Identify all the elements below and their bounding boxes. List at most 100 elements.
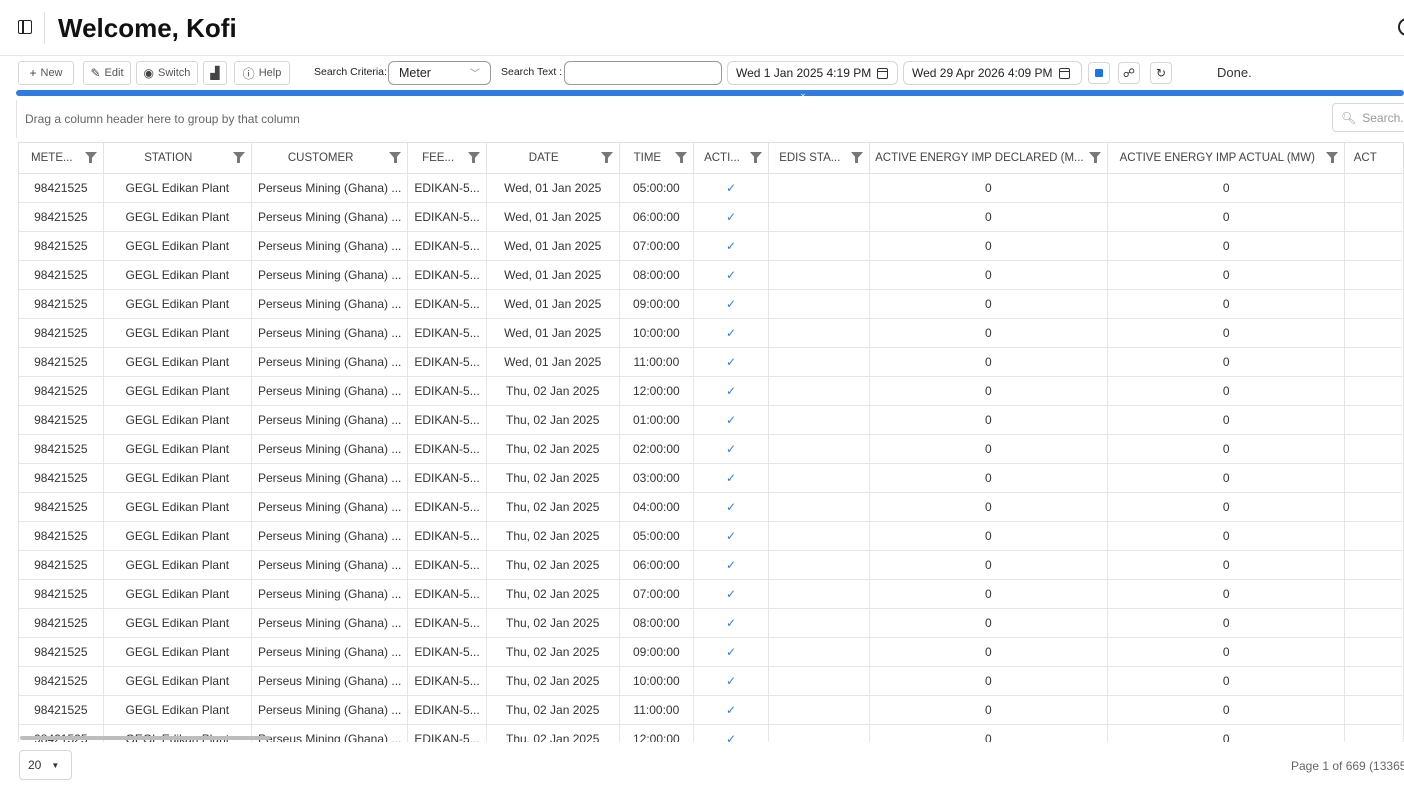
cell-feeder: EDIKAN-5...: [407, 260, 487, 290]
cell-overflow: [1344, 579, 1404, 609]
table-row[interactable]: 98421525GEGL Edikan PlantPerseus Mining …: [19, 492, 1404, 522]
table-row[interactable]: 98421525GEGL Edikan PlantPerseus Mining …: [19, 637, 1404, 667]
table-row[interactable]: 98421525GEGL Edikan PlantPerseus Mining …: [19, 405, 1404, 435]
sidebar-toggle-icon[interactable]: [18, 20, 32, 34]
cell-feeder: EDIKAN-5...: [407, 173, 487, 203]
date-to-picker[interactable]: Wed 29 Apr 2026 4:09 PM: [903, 61, 1082, 85]
filter-icon[interactable]: [749, 152, 762, 163]
column-header[interactable]: STATION: [103, 143, 252, 174]
table-row[interactable]: 98421525GEGL Edikan PlantPerseus Mining …: [19, 463, 1404, 493]
cell-feeder: EDIKAN-5...: [407, 405, 487, 435]
refresh-button[interactable]: ↻: [1150, 62, 1172, 84]
column-header[interactable]: CUSTOMER: [251, 143, 409, 174]
column-header[interactable]: DATE: [486, 143, 620, 174]
filter-icon[interactable]: [467, 152, 480, 163]
column-header-label: METE...: [31, 151, 73, 164]
cell-actual: 0: [1107, 173, 1346, 203]
filter-icon[interactable]: [389, 152, 402, 163]
cell-station: GEGL Edikan Plant: [103, 492, 252, 522]
filter-icon[interactable]: [232, 152, 245, 163]
cell-meter: 98421525: [19, 637, 104, 667]
table-row[interactable]: 98421525GEGL Edikan PlantPerseus Mining …: [19, 579, 1404, 609]
cell-edis: [768, 579, 870, 609]
search-text-input[interactable]: [564, 61, 722, 85]
table-row[interactable]: 98421525GEGL Edikan PlantPerseus Mining …: [19, 318, 1404, 348]
column-header[interactable]: EDIS STA...: [768, 143, 870, 174]
column-header[interactable]: ACTIVE ENERGY IMP ACTUAL (MW): [1107, 143, 1346, 174]
search-binoculars-button[interactable]: ☍: [1118, 62, 1140, 84]
table-row[interactable]: 98421525GEGL Edikan PlantPerseus Mining …: [19, 173, 1404, 203]
grid-search-box[interactable]: 🔍︎ Search...: [1332, 103, 1404, 132]
cell-time: 07:00:00: [619, 231, 695, 261]
cell-station: GEGL Edikan Plant: [103, 260, 252, 290]
cell-station: GEGL Edikan Plant: [103, 521, 252, 551]
column-header[interactable]: ACTIVE ENERGY IMP DECLARED (M...: [869, 143, 1109, 174]
filter-icon[interactable]: [600, 152, 613, 163]
filter-icon[interactable]: [1326, 152, 1339, 163]
stop-button[interactable]: [1088, 62, 1110, 84]
check-icon: ✓: [725, 383, 736, 398]
cell-declared: 0: [869, 434, 1109, 464]
table-row[interactable]: 98421525GEGL Edikan PlantPerseus Mining …: [19, 550, 1404, 580]
horizontal-scrollbar[interactable]: [20, 736, 270, 740]
collapse-chevron-icon[interactable]: ⌄: [797, 88, 809, 98]
switch-button[interactable]: ◉ Switch: [136, 61, 198, 85]
table-row[interactable]: 98421525GEGL Edikan PlantPerseus Mining …: [19, 695, 1404, 725]
column-header[interactable]: ACTI...: [693, 143, 769, 174]
page-size-select[interactable]: 20 ▼: [19, 750, 72, 780]
search-criteria-select[interactable]: Meter ﹀: [388, 61, 491, 85]
cell-customer: Perseus Mining (Ghana) ...: [251, 608, 409, 638]
page-info: Page 1 of 669 (13365: [1291, 759, 1404, 773]
cell-declared: 0: [869, 318, 1109, 348]
user-menu-icon[interactable]: [1398, 18, 1404, 36]
column-header[interactable]: TIME: [619, 143, 695, 174]
cell-station: GEGL Edikan Plant: [103, 434, 252, 464]
chart-button[interactable]: ▟: [203, 61, 227, 85]
header-divider: [44, 12, 45, 44]
filter-icon[interactable]: [675, 152, 688, 163]
filter-icon[interactable]: [84, 152, 97, 163]
column-header[interactable]: ACT: [1344, 143, 1404, 174]
table-row[interactable]: 98421525GEGL Edikan PlantPerseus Mining …: [19, 289, 1404, 319]
group-by-panel[interactable]: Drag a column header here to group by th…: [16, 100, 1404, 138]
cell-customer: Perseus Mining (Ghana) ...: [251, 405, 409, 435]
new-button[interactable]: + New: [18, 61, 74, 85]
cell-meter: 98421525: [19, 579, 104, 609]
table-row[interactable]: 98421525GEGL Edikan PlantPerseus Mining …: [19, 434, 1404, 464]
table-row[interactable]: 98421525GEGL Edikan PlantPerseus Mining …: [19, 521, 1404, 551]
cell-station: GEGL Edikan Plant: [103, 405, 252, 435]
edit-button[interactable]: ✎ Edit: [83, 61, 131, 85]
date-from-picker[interactable]: Wed 1 Jan 2025 4:19 PM: [727, 61, 898, 85]
filter-icon[interactable]: [850, 152, 863, 163]
table-row[interactable]: 98421525GEGL Edikan PlantPerseus Mining …: [19, 202, 1404, 232]
table-body: 98421525 GEGL Edikan Plant Perseus Mining …: [19, 173, 1404, 742]
help-button[interactable]: ⓘ Help: [234, 61, 290, 85]
cell-time: 10:00:00: [619, 318, 695, 348]
cell-time: 07:00:00: [619, 579, 695, 609]
cell-date: Wed, 01 Jan 2025: [486, 173, 620, 203]
cell-declared: 0: [869, 405, 1109, 435]
column-header[interactable]: FEE...: [407, 143, 487, 174]
data-table: METE... STATION CUSTOMER FEE... DATE TIME ACTI…: [19, 143, 1404, 742]
column-header[interactable]: METE...: [19, 143, 104, 174]
cell-declared: 0: [869, 608, 1109, 638]
cell-edis: [768, 202, 870, 232]
cell-station: GEGL Edikan Plant: [103, 231, 252, 261]
filter-icon[interactable]: [1089, 152, 1102, 163]
cell-declared: 0: [869, 289, 1109, 319]
refresh-icon: ↻: [1155, 66, 1167, 80]
cell-actual: 0: [1107, 492, 1346, 522]
cell-feeder: EDIKAN-5...: [407, 492, 487, 522]
cell-time: 03:00:00: [619, 463, 695, 493]
cell-declared: 0: [869, 521, 1109, 551]
table-row[interactable]: 98421525GEGL Edikan PlantPerseus Mining …: [19, 608, 1404, 638]
table-row[interactable]: 98421525GEGL Edikan PlantPerseus Mining …: [19, 376, 1404, 406]
table-row[interactable]: 98421525GEGL Edikan PlantPerseus Mining …: [19, 260, 1404, 290]
table-row[interactable]: 98421525GEGL Edikan PlantPerseus Mining …: [19, 347, 1404, 377]
table-row[interactable]: 98421525GEGL Edikan PlantPerseus Mining …: [19, 666, 1404, 696]
check-icon: ✓: [725, 644, 736, 659]
table-row[interactable]: 98421525GEGL Edikan PlantPerseus Mining …: [19, 231, 1404, 261]
search-icon: 🔍︎: [1341, 110, 1357, 125]
cell-overflow: [1344, 202, 1404, 232]
cell-active: ✓: [693, 637, 769, 667]
